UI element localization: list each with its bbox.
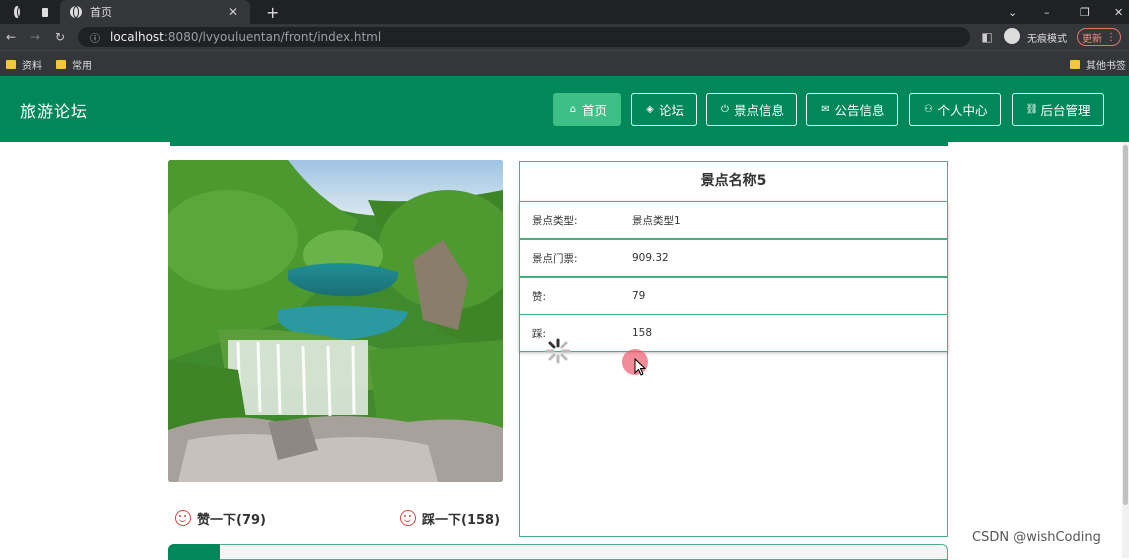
nav-profile[interactable]: ⚇ 个人中心 xyxy=(909,93,1001,126)
sidepanel-icon[interactable]: ◧ xyxy=(980,30,994,44)
bookmark-label: 资料 xyxy=(22,60,42,72)
browser-tab-home[interactable]: 首页 ✕ xyxy=(60,0,250,24)
header-underline xyxy=(170,140,948,146)
row-key: 景点门票: xyxy=(532,252,578,265)
mouse-cursor-icon xyxy=(634,358,646,376)
like-label: 赞一下(79) xyxy=(197,512,266,528)
chevron-down-icon[interactable]: ⌄ xyxy=(998,0,1024,24)
incognito-icon xyxy=(1004,28,1020,44)
nav-label: 公告信息 xyxy=(834,103,885,118)
attraction-name: 景点名称5 xyxy=(700,173,767,189)
new-tab-icon[interactable]: + xyxy=(256,0,282,24)
minimize-icon[interactable]: – xyxy=(1034,0,1060,24)
link-icon: ⛓ xyxy=(1025,103,1039,115)
nav-label: 论坛 xyxy=(658,103,684,118)
more-icon: ⋮ xyxy=(1106,31,1116,43)
reload-icon[interactable]: ↻ xyxy=(53,30,67,44)
other-bookmarks[interactable]: 其他书签 xyxy=(1070,51,1126,77)
update-label: 更新 xyxy=(1082,33,1102,45)
mail-icon: ✉ xyxy=(821,103,830,115)
folder-icon xyxy=(56,59,66,69)
url-host: localhost xyxy=(110,30,164,44)
watermark: CSDN @wishCoding xyxy=(972,530,1101,545)
detail-row-ticket: 景点门票: 909.32 xyxy=(519,239,948,277)
tab-title: 首页 xyxy=(90,6,112,19)
bookmark-label: 常用 xyxy=(72,60,92,72)
close-tab-icon[interactable]: ✕ xyxy=(226,5,240,19)
like-button[interactable]: 赞一下(79) xyxy=(175,508,266,528)
other-bookmarks-label: 其他书签 xyxy=(1086,60,1126,72)
bookmark-folder-2[interactable]: 常用 xyxy=(56,51,92,77)
nav-label: 首页 xyxy=(581,103,607,118)
tab-overview-icon[interactable] xyxy=(32,0,58,24)
forward-icon[interactable]: → xyxy=(28,30,42,44)
url-path: :8080/lvyouluentan/front/index.html xyxy=(163,30,382,44)
restore-icon[interactable]: ❐ xyxy=(1070,0,1096,24)
nav-label: 个人中心 xyxy=(937,103,988,118)
row-key: 赞: xyxy=(532,290,547,303)
scrollbar-thumb[interactable] xyxy=(1123,145,1128,505)
row-value: 158 xyxy=(632,327,653,339)
bookmarks-bar: 资料 常用 其他书签 xyxy=(0,50,1129,76)
update-button[interactable]: 更新 ⋮ xyxy=(1077,28,1121,46)
nav-label: 景点信息 xyxy=(733,103,784,118)
info-icon[interactable]: ⓘ xyxy=(88,30,102,45)
browser-tab-strip: 首页 ✕ + ⌄ – ❐ ✕ xyxy=(0,0,1129,24)
site-title: 旅游论坛 xyxy=(20,102,89,121)
loading-spinner-icon xyxy=(545,338,571,364)
nav-attractions[interactable]: ⏻ 景点信息 xyxy=(706,93,797,126)
attraction-photo xyxy=(168,160,503,482)
power-icon: ⏻ xyxy=(721,103,729,115)
dislike-label: 踩一下(158) xyxy=(422,512,501,528)
row-key: 踩: xyxy=(532,327,547,340)
row-value: 909.32 xyxy=(632,252,669,264)
user-icon: ⚇ xyxy=(924,103,933,115)
dislike-button[interactable]: 踩一下(158) xyxy=(400,508,500,528)
detail-row-likes: 赞: 79 xyxy=(519,277,948,315)
detail-row-type: 景点类型: 景点类型1 xyxy=(519,201,948,239)
detail-row-dislikes: 踩: 158 xyxy=(519,314,948,352)
row-value: 景点类型1 xyxy=(632,214,681,227)
nav-admin[interactable]: ⛓ 后台管理 xyxy=(1012,93,1104,126)
browser-menu-icon[interactable] xyxy=(4,0,30,24)
nav-announcements[interactable]: ✉ 公告信息 xyxy=(806,93,898,126)
bookmark-folder-1[interactable]: 资料 xyxy=(6,51,42,77)
row-value: 79 xyxy=(632,290,646,302)
smile-icon xyxy=(400,510,416,526)
row-key: 景点类型: xyxy=(532,214,578,227)
layers-icon: ◈ xyxy=(646,103,654,115)
folder-icon xyxy=(1070,59,1080,69)
back-icon[interactable]: ← xyxy=(4,30,18,44)
folder-icon xyxy=(6,59,16,69)
incognito-label: 无痕模式 xyxy=(1027,34,1067,45)
site-globe-icon xyxy=(70,6,82,18)
address-bar[interactable]: ⓘ localhost:8080/lvyouluentan/front/inde… xyxy=(78,27,970,47)
home-icon: ⌂ xyxy=(569,103,577,115)
nav-label: 后台管理 xyxy=(1040,103,1091,118)
smile-icon xyxy=(175,510,191,526)
nav-home[interactable]: ⌂ 首页 xyxy=(553,93,621,126)
close-window-icon[interactable]: ✕ xyxy=(1104,0,1128,24)
nav-forum[interactable]: ◈ 论坛 xyxy=(631,93,697,126)
